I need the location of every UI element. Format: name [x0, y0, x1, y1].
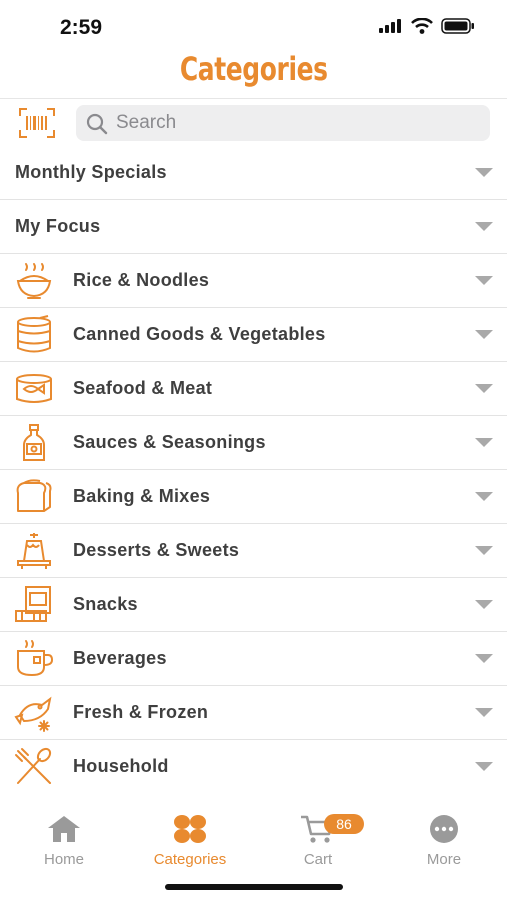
status-time: 2:59: [60, 16, 103, 39]
tab-more[interactable]: More: [394, 814, 494, 868]
tab-label: More: [426, 851, 462, 868]
category-label: Rice & Noodles: [73, 270, 210, 290]
home-indicator[interactable]: [165, 884, 343, 890]
category-label: Beverages: [73, 648, 167, 668]
chevron-down-icon: [475, 222, 493, 231]
page-title: Categories: [179, 50, 328, 88]
categories-grid-icon: [174, 815, 206, 843]
more-icon: [430, 815, 458, 843]
fish-can-icon: [16, 374, 52, 403]
chevron-down-icon: [475, 168, 493, 177]
battery-icon: [441, 18, 474, 34]
status-icons: [379, 18, 475, 34]
category-label: Desserts & Sweets: [73, 540, 240, 560]
chevron-down-icon: [475, 492, 493, 501]
search-placeholder: Search: [116, 112, 177, 133]
chevron-down-icon: [475, 384, 493, 393]
category-row-rice-noodles[interactable]: Rice & Noodles: [0, 254, 507, 308]
category-row-canned-goods[interactable]: Canned Goods & Vegetables: [0, 308, 507, 362]
home-icon: [48, 816, 80, 842]
category-row-baking-mixes[interactable]: Baking & Mixes: [0, 470, 507, 524]
can-icon: [17, 315, 51, 353]
barcode-scan-icon: [19, 108, 55, 138]
cup-icon: [17, 640, 54, 677]
fish-snowflake-icon: [14, 696, 52, 732]
category-row-snacks[interactable]: Snacks: [0, 578, 507, 632]
tab-label: Categories: [153, 851, 227, 868]
search-icon: [86, 113, 108, 135]
status-bar: 2:59: [0, 0, 507, 50]
chevron-down-icon: [475, 330, 493, 339]
category-row-monthly-specials[interactable]: Monthly Specials: [0, 146, 507, 200]
category-label: Monthly Specials: [15, 162, 167, 182]
cake-icon: [17, 533, 51, 569]
signal-icon: [379, 19, 401, 33]
category-row-beverages[interactable]: Beverages: [0, 632, 507, 686]
search-row: Search: [0, 98, 507, 147]
category-row-my-focus[interactable]: My Focus: [0, 200, 507, 254]
utensils-icon: [15, 747, 52, 784]
category-row-seafood-meat[interactable]: Seafood & Meat: [0, 362, 507, 416]
category-label: Household: [73, 756, 169, 776]
rice-bowl-icon: [16, 263, 52, 299]
category-label: Sauces & Seasonings: [73, 432, 266, 452]
chevron-down-icon: [475, 546, 493, 555]
category-label: Fresh & Frozen: [73, 702, 209, 722]
tab-label: Cart: [303, 851, 333, 868]
cart-count-badge: 86: [324, 814, 364, 834]
barcode-scan-button[interactable]: [18, 107, 56, 139]
category-label: Snacks: [73, 594, 138, 614]
category-label: Seafood & Meat: [73, 378, 213, 398]
category-label: Canned Goods & Vegetables: [73, 324, 326, 344]
category-row-sauces-seasonings[interactable]: Sauces & Seasonings: [0, 416, 507, 470]
header: Categories: [0, 44, 507, 94]
chevron-down-icon: [475, 654, 493, 663]
tab-label: Home: [43, 851, 84, 868]
tab-categories[interactable]: Categories: [140, 814, 240, 868]
category-label: My Focus: [15, 216, 101, 236]
bread-icon: [16, 479, 52, 512]
chevron-down-icon: [475, 600, 493, 609]
category-row-household[interactable]: Household: [0, 740, 507, 794]
chevron-down-icon: [475, 276, 493, 285]
chevron-down-icon: [475, 438, 493, 447]
snack-icon: [15, 586, 51, 622]
category-row-desserts-sweets[interactable]: Desserts & Sweets: [0, 524, 507, 578]
search-input[interactable]: Search: [76, 105, 490, 141]
category-list: Monthly Specials My Focus Rice & Noodles: [0, 146, 507, 794]
wifi-icon: [411, 18, 433, 34]
tab-cart[interactable]: 86 Cart: [268, 814, 368, 868]
tab-home[interactable]: Home: [14, 814, 114, 868]
chevron-down-icon: [475, 708, 493, 717]
category-label: Baking & Mixes: [73, 486, 211, 506]
sauce-bottle-icon: [23, 424, 45, 461]
category-row-fresh-frozen[interactable]: Fresh & Frozen: [0, 686, 507, 740]
chevron-down-icon: [475, 762, 493, 771]
